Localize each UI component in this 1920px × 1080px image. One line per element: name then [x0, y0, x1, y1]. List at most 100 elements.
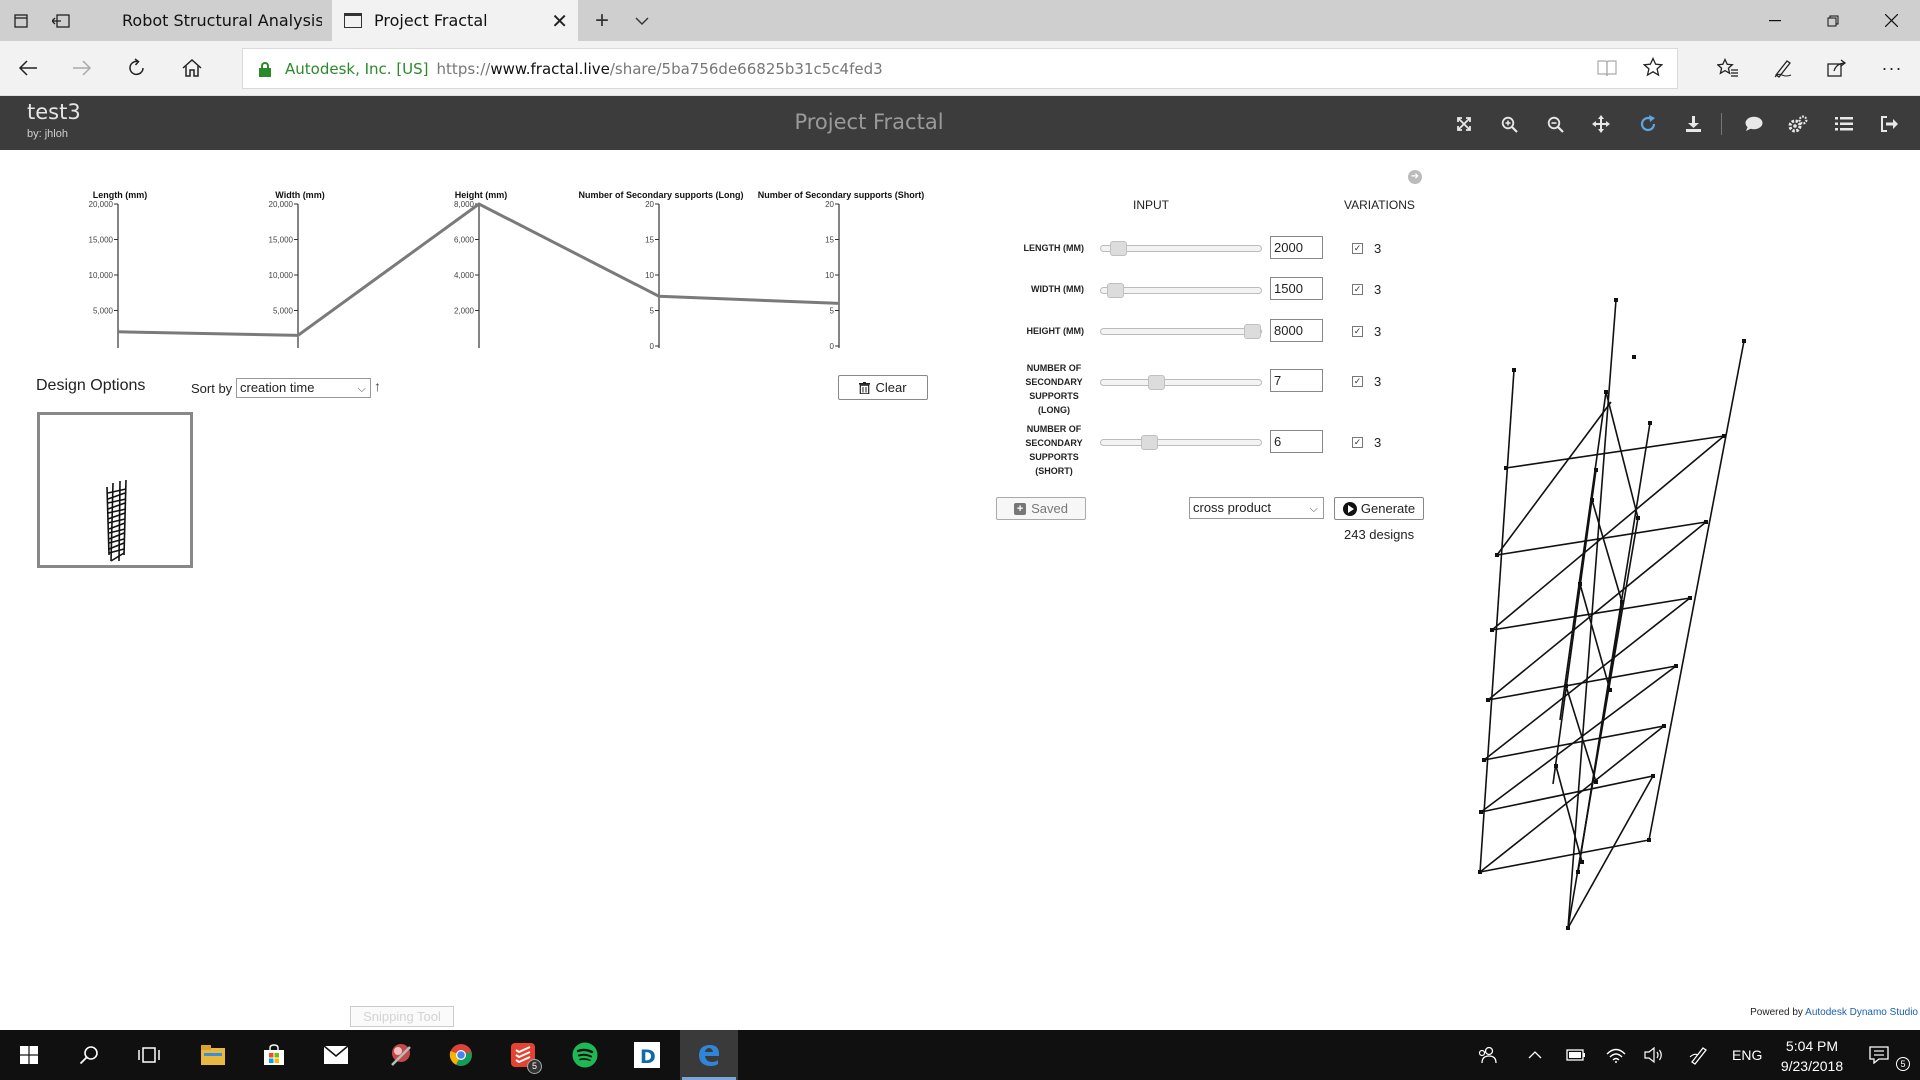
generate-button-label: Generate	[1360, 501, 1416, 516]
comment-icon[interactable]	[1741, 112, 1765, 136]
wifi-icon[interactable]	[1605, 1044, 1627, 1066]
sort-direction-icon[interactable]: ↑	[374, 378, 381, 394]
slider-length[interactable]	[1100, 241, 1262, 256]
variations-checkbox-height[interactable]: ✓	[1352, 326, 1363, 337]
settings-icon[interactable]	[1786, 112, 1810, 136]
clear-button[interactable]: Clear	[838, 375, 928, 400]
length-input[interactable]: 2000	[1270, 236, 1323, 259]
slider-thumb[interactable]	[1109, 241, 1127, 256]
exit-icon[interactable]	[1878, 112, 1902, 136]
file-explorer-icon[interactable]	[184, 1030, 242, 1080]
variations-count-length: 3	[1374, 241, 1382, 256]
height-input[interactable]: 8000	[1270, 319, 1323, 342]
method-select[interactable]: cross product ⌵	[1189, 497, 1324, 519]
slider-thumb[interactable]	[1244, 324, 1261, 339]
input-column-header: INPUT	[1133, 198, 1169, 212]
tab-robot-structural[interactable]: Robot Structural Analysis 20	[82, 0, 332, 41]
slider-thumb[interactable]	[1106, 283, 1124, 298]
pc-tick-label: 5,000	[273, 307, 294, 316]
action-center-icon[interactable]	[1868, 1044, 1890, 1066]
supports-long-input[interactable]: 7	[1270, 369, 1323, 392]
pc-tick-label: 5,000	[93, 307, 114, 316]
pc-tick-label: 10,000	[89, 271, 114, 280]
width-input[interactable]: 1500	[1270, 277, 1323, 300]
3d-structure-viewer[interactable]	[1450, 280, 1770, 950]
todoist-icon[interactable]: 5	[494, 1030, 552, 1080]
variations-checkbox-length[interactable]: ✓	[1352, 243, 1363, 254]
set-aside-tabs-icon[interactable]	[40, 0, 81, 41]
favorites-hub-icon[interactable]	[1708, 48, 1748, 88]
param-label-length: LENGTH (MM)	[1023, 243, 1085, 253]
fit-view-icon[interactable]	[1452, 112, 1476, 136]
slider-height[interactable]	[1100, 324, 1262, 339]
pen-workspace-icon[interactable]	[1688, 1044, 1710, 1066]
mail-icon[interactable]	[307, 1030, 365, 1080]
back-icon[interactable]	[8, 48, 48, 88]
restore-icon[interactable]	[1810, 0, 1856, 41]
saved-button[interactable]: + Saved	[996, 497, 1086, 520]
start-icon[interactable]	[0, 1030, 58, 1080]
pc-tick-label: 10	[645, 271, 654, 280]
parallel-coordinates-chart[interactable]: Length (mm) 20,000 15,000 10,000 5,000 Width …	[40, 180, 960, 360]
list-icon[interactable]	[1832, 112, 1856, 136]
forward-icon[interactable]	[62, 48, 102, 88]
dynamo-studio-link[interactable]: Autodesk Dynamo Studio	[1805, 1007, 1918, 1018]
design-thumbnail[interactable]	[37, 412, 193, 568]
download-icon[interactable]	[1681, 112, 1705, 136]
clock[interactable]: 5:04 PM 9/23/2018	[1766, 1036, 1858, 1076]
slider-width[interactable]	[1100, 283, 1262, 298]
spotify-icon[interactable]	[556, 1030, 614, 1080]
chrome-icon[interactable]	[432, 1030, 490, 1080]
input-language[interactable]: ENG	[1732, 1047, 1762, 1063]
search-icon[interactable]	[60, 1030, 118, 1080]
close-window-icon[interactable]	[1868, 0, 1914, 41]
slider-thumb[interactable]	[1148, 375, 1166, 390]
battery-icon[interactable]	[1565, 1044, 1587, 1066]
chevron-down-icon[interactable]	[626, 0, 658, 41]
pc-axis-label: Number of Secondary supports (Long)	[578, 190, 743, 200]
variations-checkbox-supports-short[interactable]: ✓	[1352, 437, 1363, 448]
pc-tick-label: 15	[825, 236, 834, 245]
lock-icon	[259, 61, 271, 77]
show-hidden-icons-icon[interactable]	[1524, 1044, 1546, 1066]
pen-icon[interactable]	[1763, 48, 1803, 88]
people-icon[interactable]	[1476, 1044, 1498, 1066]
more-icon[interactable]: ···	[1872, 48, 1912, 88]
minimize-icon[interactable]	[1752, 0, 1798, 41]
variations-checkbox-supports-long[interactable]: ✓	[1352, 376, 1363, 387]
rotate-icon[interactable]	[1636, 112, 1660, 136]
tab-manager-icon[interactable]	[0, 0, 41, 41]
home-icon[interactable]	[172, 48, 212, 88]
edge-icon[interactable]	[680, 1030, 738, 1080]
slider-supports-long[interactable]	[1100, 375, 1262, 390]
address-bar[interactable]: Autodesk, Inc. [US] https:// www.fractal…	[242, 48, 1678, 89]
toolbar-divider	[1721, 113, 1722, 135]
favorite-star-icon[interactable]	[1642, 56, 1664, 81]
task-view-icon[interactable]	[120, 1030, 178, 1080]
collapse-panel-icon[interactable]: ➜	[1408, 170, 1422, 184]
variations-checkbox-width[interactable]: ✓	[1352, 284, 1363, 295]
url-scheme: https://	[436, 59, 491, 78]
pc-tick-label: 15,000	[89, 236, 114, 245]
close-tab-icon[interactable]: ✕	[551, 9, 568, 33]
slider-supports-short[interactable]	[1100, 435, 1262, 450]
tab-project-fractal[interactable]: Project Fractal ✕	[332, 0, 578, 41]
new-tab-icon[interactable]: +	[586, 0, 618, 41]
dashlane-icon[interactable]: D	[618, 1030, 676, 1080]
supports-short-input[interactable]: 6	[1270, 430, 1323, 453]
reading-view-icon[interactable]	[1597, 59, 1617, 81]
zoom-in-icon[interactable]	[1497, 112, 1521, 136]
refresh-icon[interactable]	[117, 48, 157, 88]
generate-button[interactable]: Generate	[1334, 497, 1424, 520]
volume-icon[interactable]	[1643, 1044, 1665, 1066]
slider-thumb[interactable]	[1141, 435, 1159, 450]
snipping-tool-icon[interactable]	[372, 1030, 430, 1080]
browser-nav-bar: Autodesk, Inc. [US] https:// www.fractal…	[0, 41, 1920, 96]
store-icon[interactable]	[245, 1030, 303, 1080]
sort-select[interactable]: creation time ⌵	[236, 378, 371, 398]
app-header: test3 by: jhloh Project Fractal	[0, 96, 1920, 150]
zoom-out-icon[interactable]	[1543, 112, 1567, 136]
clock-time: 5:04 PM	[1785, 1038, 1839, 1054]
share-icon[interactable]	[1817, 48, 1857, 88]
pan-icon[interactable]	[1589, 112, 1613, 136]
